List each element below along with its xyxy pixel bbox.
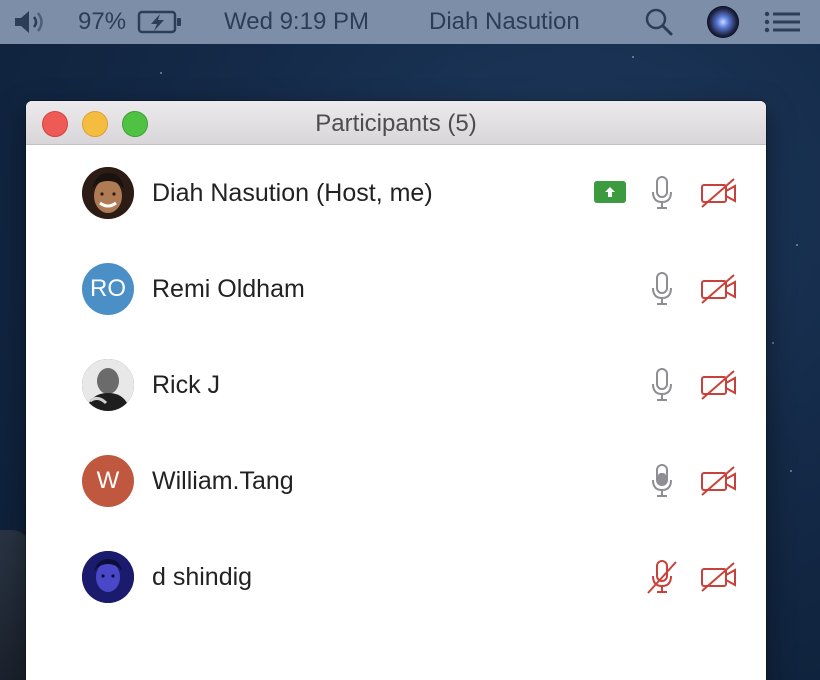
participant-list: Diah Nasution (Host, me) RO Remi Oldham … [26, 145, 766, 625]
video-off-icon[interactable] [700, 465, 738, 497]
video-off-icon[interactable] [700, 177, 738, 209]
participant-name: William.Tang [152, 467, 294, 495]
star [772, 342, 774, 344]
star [160, 72, 162, 74]
search-icon[interactable] [644, 0, 674, 44]
clock[interactable]: Wed 9:19 PM [224, 0, 369, 44]
star [796, 244, 798, 246]
microphone-speaking-icon[interactable] [650, 463, 674, 499]
video-off-icon[interactable] [700, 561, 738, 593]
microphone-muted-icon[interactable] [647, 559, 677, 595]
screen-share-icon [594, 181, 626, 203]
participant-row[interactable]: Rick J [26, 337, 766, 433]
participant-name: d shindig [152, 563, 253, 591]
video-off-icon[interactable] [700, 369, 738, 401]
participant-name: Diah Nasution (Host, me) [152, 179, 433, 207]
battery-percent: 97% [78, 8, 127, 35]
avatar [82, 359, 134, 411]
avatar [82, 167, 134, 219]
star [632, 56, 634, 58]
user-name[interactable]: Diah Nasution [429, 0, 580, 44]
participant-row[interactable]: Diah Nasution (Host, me) [26, 145, 766, 241]
menu-bar: 97% Wed 9:19 PM Diah Nasution [0, 0, 820, 44]
participant-row[interactable]: RO Remi Oldham [26, 241, 766, 337]
participant-name: Rick J [152, 371, 221, 399]
avatar: W [82, 455, 134, 507]
title-bar[interactable]: Participants (5) [26, 101, 766, 145]
microphone-icon[interactable] [650, 367, 674, 403]
participants-window: Participants (5) Diah Nasution (Host, me… [26, 101, 766, 680]
microphone-icon[interactable] [650, 175, 674, 211]
avatar [82, 551, 134, 603]
participant-row[interactable]: d shindig [26, 529, 766, 625]
star [790, 470, 792, 472]
battery-charging-icon[interactable] [137, 0, 183, 44]
video-off-icon[interactable] [700, 273, 738, 305]
siri-icon[interactable] [707, 0, 739, 44]
microphone-icon[interactable] [650, 271, 674, 307]
notification-list-icon[interactable] [764, 0, 802, 44]
window-title: Participants (5) [315, 110, 477, 137]
participant-row[interactable]: W William.Tang [26, 433, 766, 529]
avatar-initials: RO [90, 275, 126, 302]
volume-icon[interactable] [12, 0, 50, 44]
avatar-initials: W [96, 467, 120, 494]
participant-name: Remi Oldham [152, 275, 305, 303]
avatar: RO [82, 263, 134, 315]
